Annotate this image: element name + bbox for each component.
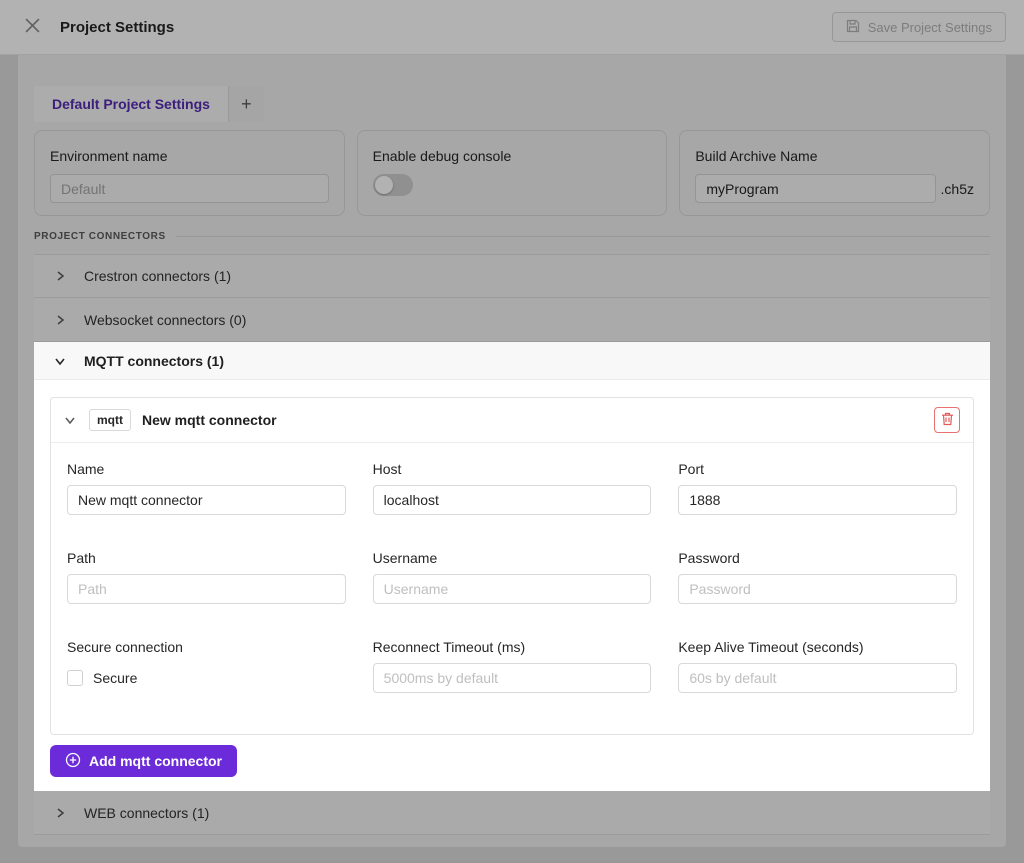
path-label: Path xyxy=(67,550,346,566)
mqtt-connector-form: Name Host Port Path xyxy=(51,443,973,734)
connectors-accordion: Crestron connectors (1) Websocket connec… xyxy=(34,254,990,835)
port-label: Port xyxy=(678,461,957,477)
password-input[interactable] xyxy=(678,574,957,604)
mqtt-connector-card: mqtt New mqtt connector xyxy=(50,397,974,735)
save-project-settings-button[interactable]: Save Project Settings xyxy=(832,12,1006,42)
keepalive-timeout-label: Keep Alive Timeout (seconds) xyxy=(678,639,957,655)
username-label: Username xyxy=(373,550,652,566)
build-archive-input[interactable] xyxy=(695,174,935,203)
plus-circle-icon xyxy=(65,752,81,771)
chevron-down-icon xyxy=(54,355,66,367)
environment-name-card: Environment name xyxy=(34,130,345,216)
mqtt-type-badge: mqtt xyxy=(89,409,131,431)
chevron-right-icon xyxy=(54,314,66,326)
chevron-right-icon xyxy=(54,270,66,282)
secure-connection-label: Secure connection xyxy=(67,639,346,655)
add-tab-button[interactable]: + xyxy=(228,86,264,122)
reconnect-timeout-input[interactable] xyxy=(373,663,652,693)
tab-default-project-settings[interactable]: Default Project Settings xyxy=(34,86,228,122)
debug-console-label: Enable debug console xyxy=(373,148,652,164)
chevron-down-icon xyxy=(64,414,76,426)
environment-name-input[interactable] xyxy=(50,174,329,203)
section-label-text: Project connectors xyxy=(34,231,166,242)
port-input[interactable] xyxy=(678,485,957,515)
path-input[interactable] xyxy=(67,574,346,604)
username-field-group: Username xyxy=(373,550,652,604)
keepalive-timeout-field-group: Keep Alive Timeout (seconds) xyxy=(678,639,957,693)
debug-console-toggle[interactable] xyxy=(373,174,413,196)
settings-tab-bar: Default Project Settings + xyxy=(34,55,990,122)
environment-name-label: Environment name xyxy=(50,148,329,164)
accordion-crestron-connectors[interactable]: Crestron connectors (1) xyxy=(34,254,990,298)
mqtt-connector-title: New mqtt connector xyxy=(142,412,277,428)
accordion-web-connectors[interactable]: WEB connectors (1) xyxy=(34,791,990,835)
name-label: Name xyxy=(67,461,346,477)
port-field-group: Port xyxy=(678,461,957,515)
save-icon xyxy=(846,19,860,36)
debug-console-card: Enable debug console xyxy=(357,130,668,216)
build-archive-card: Build Archive Name .ch5z xyxy=(679,130,990,216)
secure-field-group: Secure connection Secure xyxy=(67,639,346,693)
host-input[interactable] xyxy=(373,485,652,515)
path-field-group: Path xyxy=(67,550,346,604)
chevron-right-icon xyxy=(54,807,66,819)
host-field-group: Host xyxy=(373,461,652,515)
crestron-connectors-label: Crestron connectors (1) xyxy=(84,268,231,284)
accordion-websocket-connectors[interactable]: Websocket connectors (0) xyxy=(34,298,990,342)
project-connectors-section-label: Project connectors xyxy=(34,231,990,242)
close-button[interactable] xyxy=(18,13,46,41)
password-field-group: Password xyxy=(678,550,957,604)
mqtt-connectors-section: MQTT connectors (1) mqtt New mqtt connec… xyxy=(34,342,990,791)
reconnect-timeout-field-group: Reconnect Timeout (ms) xyxy=(373,639,652,693)
accordion-mqtt-connectors[interactable]: MQTT connectors (1) xyxy=(34,342,990,380)
build-archive-label: Build Archive Name xyxy=(695,148,974,164)
password-label: Password xyxy=(678,550,957,566)
save-button-label: Save Project Settings xyxy=(868,20,992,35)
mqtt-connector-card-header[interactable]: mqtt New mqtt connector xyxy=(51,398,973,443)
modal-header: Project Settings Save Project Settings xyxy=(0,0,1024,55)
name-input[interactable] xyxy=(67,485,346,515)
websocket-connectors-label: Websocket connectors (0) xyxy=(84,312,246,328)
host-label: Host xyxy=(373,461,652,477)
secure-checkbox[interactable] xyxy=(67,670,83,686)
secure-checkbox-label: Secure xyxy=(93,670,137,686)
web-connectors-label: WEB connectors (1) xyxy=(84,805,209,821)
mqtt-connectors-content: mqtt New mqtt connector xyxy=(34,380,990,791)
close-icon xyxy=(25,18,40,36)
delete-connector-button[interactable] xyxy=(934,407,960,433)
add-mqtt-connector-button[interactable]: Add mqtt connector xyxy=(50,745,237,777)
archive-extension-suffix: .ch5z xyxy=(941,181,974,197)
trash-icon xyxy=(941,412,954,429)
settings-cards-row: Environment name Enable debug console Bu… xyxy=(34,130,990,216)
page-title: Project Settings xyxy=(60,19,174,36)
project-settings-panel: Default Project Settings + Environment n… xyxy=(18,55,1006,847)
keepalive-timeout-input[interactable] xyxy=(678,663,957,693)
plus-icon: + xyxy=(241,94,252,115)
mqtt-connectors-label: MQTT connectors (1) xyxy=(84,353,224,369)
add-button-label: Add mqtt connector xyxy=(89,753,222,769)
username-input[interactable] xyxy=(373,574,652,604)
name-field-group: Name xyxy=(67,461,346,515)
reconnect-timeout-label: Reconnect Timeout (ms) xyxy=(373,639,652,655)
